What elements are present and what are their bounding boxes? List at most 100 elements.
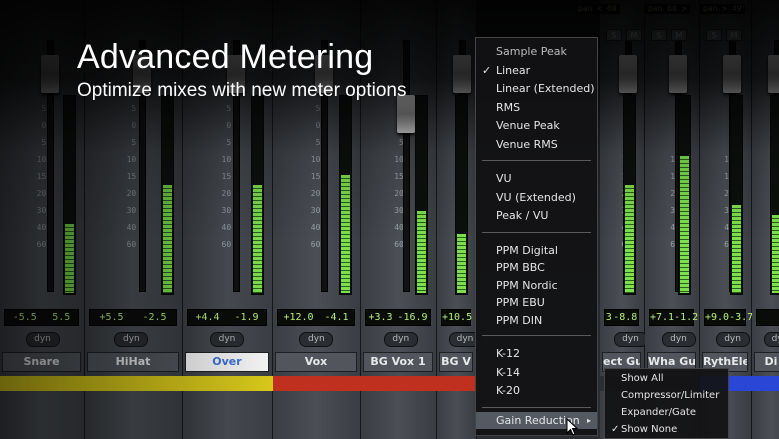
checkmark-icon: ✓ bbox=[482, 63, 492, 77]
track-name[interactable]: HiHat bbox=[87, 352, 179, 372]
meter-level bbox=[680, 155, 689, 293]
menu-item[interactable]: PPM DIN bbox=[476, 312, 597, 329]
menu-item[interactable]: Peak / VU bbox=[476, 207, 597, 224]
peak-left-value: +4.4 bbox=[195, 312, 220, 323]
scale-tick: 5 bbox=[131, 104, 137, 113]
mute-button[interactable]: M bbox=[671, 29, 687, 41]
level-meter bbox=[730, 95, 743, 295]
meter-level bbox=[417, 210, 426, 293]
menu-item-label: Show None bbox=[621, 424, 678, 435]
scale-tick: 5 bbox=[315, 104, 321, 113]
scale-tick: 5 bbox=[315, 138, 321, 147]
mix-window: 5 0 5 10 15 20 30 40 60 -5.5 5.5 dyn Snare 5 0 5 10 15 20 3… bbox=[0, 0, 779, 439]
menu-item[interactable]: RMS bbox=[476, 99, 597, 116]
volume-fader[interactable] bbox=[669, 55, 688, 93]
track-color-bar bbox=[85, 376, 183, 391]
menu-item-label: PPM EBU bbox=[496, 296, 545, 309]
track-color-bar bbox=[183, 376, 273, 391]
menu-item[interactable]: K-12 bbox=[476, 345, 597, 362]
volume-fader[interactable] bbox=[768, 55, 779, 93]
menu-item[interactable]: K-20 bbox=[476, 382, 597, 399]
menu-item[interactable]: K-14 bbox=[476, 364, 597, 381]
track-name[interactable]: BG V bbox=[439, 352, 473, 372]
dyn-button[interactable]: dyn bbox=[715, 332, 750, 347]
menu-item[interactable]: Sample Peak bbox=[476, 43, 597, 60]
menu-item[interactable]: VU (Extended) bbox=[476, 189, 597, 206]
volume-fader[interactable] bbox=[722, 55, 741, 93]
dyn-button[interactable]: dyn bbox=[613, 332, 648, 347]
peak-left-value: 3 bbox=[605, 312, 612, 323]
solo-button[interactable]: S bbox=[651, 29, 667, 41]
scale-tick: 60 bbox=[36, 240, 47, 249]
mute-button[interactable]: M bbox=[626, 29, 642, 41]
submenu-item[interactable]: Compressor/Limiter bbox=[605, 388, 728, 404]
peak-right-value: -1.2 bbox=[674, 312, 699, 323]
scale-tick: 10 bbox=[394, 155, 404, 164]
scale-tick: 0 bbox=[226, 121, 232, 130]
level-meter bbox=[623, 95, 636, 295]
scale-tick: 10 bbox=[221, 155, 232, 164]
submenu-item[interactable]: ✓ Show None bbox=[605, 422, 728, 438]
menu-item[interactable]: PPM EBU bbox=[476, 294, 597, 311]
track-name[interactable]: Snare bbox=[2, 352, 81, 372]
menu-item-label: VU (Extended) bbox=[496, 190, 576, 204]
menu-item[interactable]: PPM Digital bbox=[476, 242, 597, 259]
submenu-item[interactable]: Show All bbox=[605, 371, 728, 387]
dyn-button[interactable]: dyn bbox=[25, 332, 60, 347]
scale-tick: 60 bbox=[221, 240, 232, 249]
peak-right-value: -16.9 bbox=[397, 312, 428, 323]
peak-left-value: +7.1 bbox=[650, 312, 675, 323]
track-name[interactable]: Over bbox=[185, 352, 269, 372]
menu-item[interactable]: VU bbox=[476, 170, 597, 187]
solo-button[interactable]: S bbox=[706, 29, 722, 41]
peak-left-value: +9.0 bbox=[705, 312, 730, 323]
meter-scale: 5 0 5 10 15 20 30 40 60 bbox=[122, 100, 137, 253]
dyn-button[interactable]: dyn bbox=[299, 332, 334, 347]
mouse-pointer-icon bbox=[566, 418, 578, 436]
meter-level bbox=[457, 234, 466, 293]
pan-readout[interactable]: pan > 49 bbox=[700, 4, 745, 14]
menu-item[interactable]: Venue RMS bbox=[476, 136, 597, 153]
menu-item-label: Show All bbox=[621, 373, 664, 384]
menu-item[interactable]: Linear (Extended) bbox=[476, 80, 597, 97]
menu-item-label: K-12 bbox=[496, 347, 521, 360]
pan-readout[interactable]: pan 60 > bbox=[645, 4, 690, 14]
dyn-button[interactable]: dyn bbox=[383, 332, 418, 347]
menu-item-label: PPM Nordic bbox=[496, 278, 558, 292]
volume-fader[interactable] bbox=[453, 55, 471, 93]
menu-item[interactable]: PPM BBC bbox=[476, 259, 597, 276]
subheadline: Optimize mixes with new meter options bbox=[77, 80, 407, 101]
volume-fader[interactable] bbox=[40, 55, 59, 93]
menu-item[interactable]: Venue Peak bbox=[476, 117, 597, 134]
track-color-bar bbox=[0, 376, 85, 391]
dyn-button[interactable]: dyn bbox=[661, 332, 696, 347]
menu-item-label: PPM BBC bbox=[496, 261, 545, 274]
menu-item[interactable]: ✓ Linear bbox=[476, 62, 597, 79]
pan-readout[interactable]: pan < 60 bbox=[575, 4, 620, 14]
meter-scale: 5 0 5 10 15 20 30 40 60 bbox=[32, 100, 47, 253]
submenu-item[interactable]: Expander/Gate bbox=[605, 405, 728, 421]
dyn-button[interactable]: dyn bbox=[114, 332, 149, 347]
solo-button[interactable]: S bbox=[606, 29, 622, 41]
track-name[interactable]: BG Vox 1 bbox=[363, 352, 433, 372]
track-name[interactable]: Vox bbox=[275, 352, 357, 372]
dyn-button[interactable]: dyn bbox=[764, 332, 779, 347]
dyn-button[interactable]: dyn bbox=[210, 332, 244, 347]
mute-button[interactable]: M bbox=[726, 29, 742, 41]
menu-separator bbox=[482, 335, 591, 336]
scale-tick: 5 bbox=[131, 138, 137, 147]
track-name[interactable]: Di bbox=[754, 352, 779, 372]
peak-right-value: -1.9 bbox=[234, 312, 259, 323]
level-meter bbox=[63, 95, 76, 295]
scale-tick: 30 bbox=[36, 206, 47, 215]
menu-item[interactable]: PPM Nordic bbox=[476, 277, 597, 294]
peak-right-value: 5.5 bbox=[52, 312, 71, 323]
volume-fader[interactable] bbox=[618, 55, 637, 93]
gain-reduction-item[interactable]: Gain Reduction ▸ bbox=[476, 412, 597, 429]
meter-scale: 5 0 5 10 15 20 30 40 60 bbox=[217, 100, 232, 253]
menu-separator bbox=[482, 406, 591, 408]
peak-left-value: +12.0 bbox=[283, 312, 314, 323]
peak-left-value: +3.3 bbox=[368, 312, 393, 323]
scale-tick: 10 bbox=[310, 155, 321, 164]
level-meter bbox=[251, 95, 264, 295]
